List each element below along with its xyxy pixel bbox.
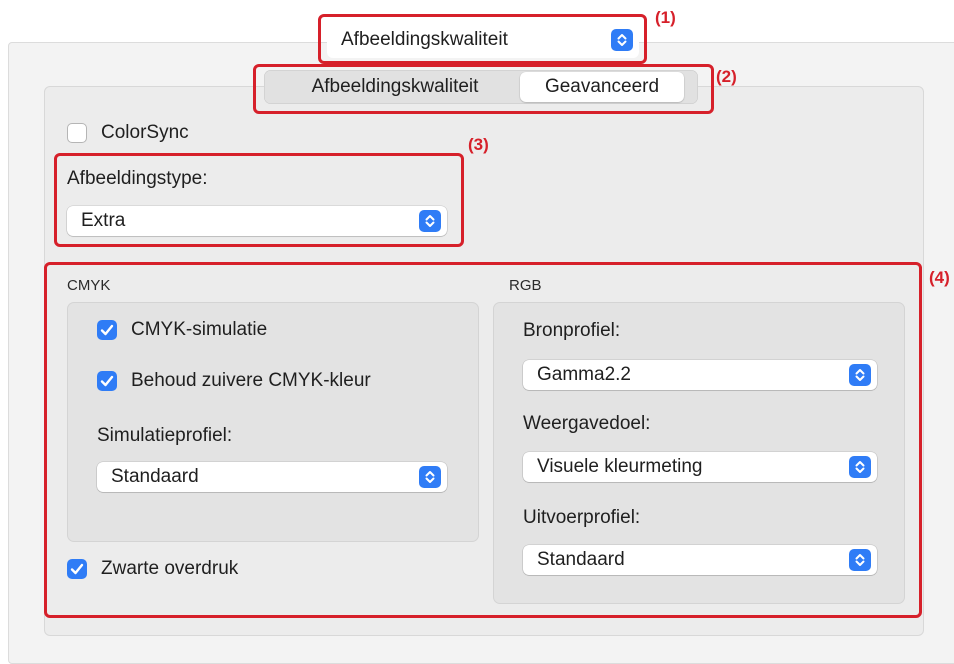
callout-1: (1)	[655, 8, 676, 27]
colorsync-checkbox[interactable]	[67, 123, 87, 143]
callout-2: (2)	[716, 67, 737, 86]
colorsync-label: ColorSync	[101, 122, 189, 143]
annotation-box-4	[44, 262, 922, 618]
annotation-box-1	[318, 14, 647, 64]
callout-3: (3)	[468, 135, 489, 154]
annotation-box-2	[253, 64, 714, 114]
annotation-box-3	[54, 153, 464, 247]
callout-4: (4)	[929, 268, 950, 287]
